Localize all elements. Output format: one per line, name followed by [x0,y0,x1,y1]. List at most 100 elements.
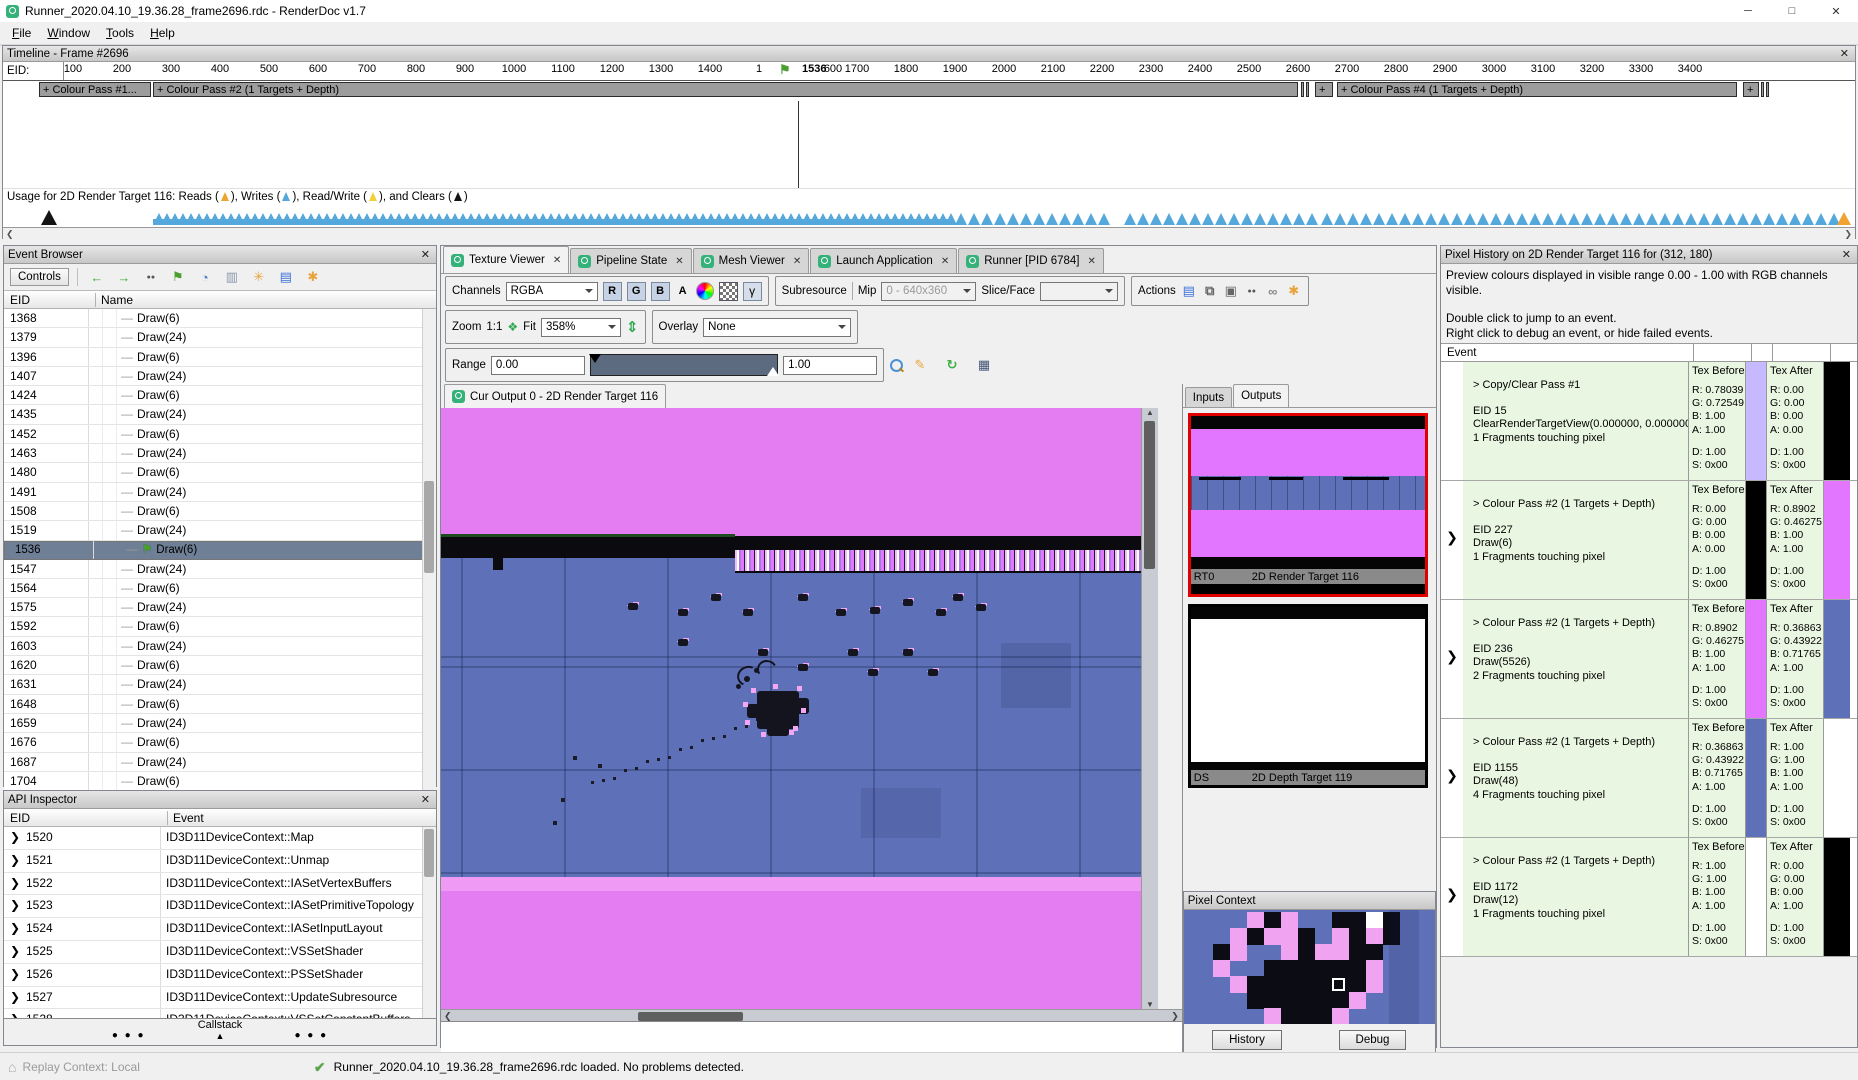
api-call-row[interactable]: ❯1524ID3D11DeviceContext::IASetInputLayo… [4,918,436,941]
expand-chevron-icon[interactable]: ❯ [4,941,26,963]
colour-pass-2-block[interactable]: + Colour Pass #2 (1 Targets + Depth) [153,82,1298,97]
tab-launch-application[interactable]: Launch Application✕ [810,248,957,273]
event-row[interactable]: 1519—Draw(24) [4,521,436,540]
tab-texture-viewer[interactable]: Texture Viewer✕ [443,246,569,273]
slice-face-select[interactable] [1040,282,1118,301]
event-row[interactable]: 1592—Draw(6) [4,617,436,636]
save-texture-icon[interactable]: ▤ [1181,283,1197,299]
background-checker-button[interactable] [719,282,738,301]
api-call-row[interactable]: ❯1521ID3D11DeviceContext::Unmap [4,850,436,873]
event-row[interactable]: 1379—Draw(24) [4,328,436,347]
api-call-row[interactable]: ❯1525ID3D11DeviceContext::VSSetShader [4,941,436,964]
pixel-history-row[interactable]: ❯> Colour Pass #2 (1 Targets + Depth)EID… [1441,600,1857,719]
flip-y-icon[interactable]: ⇕ [626,318,639,336]
zoom-1to1-button[interactable]: 1:1 [486,321,502,333]
texture-render-canvas[interactable] [441,408,1141,1009]
api-call-row[interactable]: ❯1523ID3D11DeviceContext::IASetPrimitive… [4,895,436,918]
event-row[interactable]: 1704—Draw(6) [4,772,436,790]
api-call-row[interactable]: ❯1522ID3D11DeviceContext::IASetVertexBuf… [4,873,436,896]
stats-icon[interactable]: ▥ [221,269,243,285]
event-row[interactable]: 1603—Draw(24) [4,637,436,656]
menu-window[interactable]: Window [39,24,98,42]
find-event-icon[interactable]: ●● [140,274,162,281]
texture-list-icon[interactable]: ▣ [1223,283,1239,299]
event-row[interactable]: 1659—Draw(24) [4,714,436,733]
event-row[interactable]: 1631—Draw(24) [4,675,436,694]
current-eid-label[interactable]: 1536 [802,63,826,75]
controls-button[interactable]: Controls [10,268,69,286]
api-call-row[interactable]: ❯1520ID3D11DeviceContext::Map [4,827,436,850]
red-channel-button[interactable]: R [603,282,622,301]
eid-column-header[interactable]: EID [4,293,95,307]
fit-button[interactable]: Fit [523,321,536,333]
tab-inputs[interactable]: Inputs [1185,387,1232,407]
menu-file[interactable]: File [4,24,39,42]
histogram-icon[interactable]: ▦ [973,357,995,373]
event-row[interactable]: 1564—Draw(6) [4,579,436,598]
canvas-hscrollbar[interactable]: ❮ ❯ [441,1009,1182,1021]
event-row[interactable]: 1452—Draw(6) [4,425,436,444]
tab-mesh-viewer[interactable]: Mesh Viewer✕ [693,248,810,273]
eid-column-header[interactable]: EID [4,811,167,825]
timeline-ruler[interactable]: EID: 10020030040050060070080090010001100… [3,62,1855,81]
api-list-scrollbar[interactable] [422,827,436,1021]
event-row[interactable]: 1620—Draw(6) [4,656,436,675]
colour-pass-4-block[interactable]: + Colour Pass #4 (1 Targets + Depth) [1337,82,1737,97]
pass-fragment-block[interactable]: + [1743,82,1759,97]
range-min-input[interactable]: 0.00 [491,356,585,375]
timeline-hscrollbar[interactable]: ❮ ❯ [3,228,1855,242]
api-call-row[interactable]: ❯1526ID3D11DeviceContext::PSSetShader [4,964,436,987]
overlay-select[interactable]: None [703,318,851,337]
scrollbar-thumb[interactable] [1144,421,1155,569]
tab-outputs[interactable]: Outputs [1233,384,1289,407]
api-call-row[interactable]: ❯1527ID3D11DeviceContext::UpdateSubresou… [4,987,436,1010]
history-button[interactable]: History [1212,1030,1282,1050]
event-row[interactable]: 1536—⚑Draw(6) [4,541,436,560]
locked-tab-icon[interactable]: ∞ [1265,284,1281,299]
callstack-section[interactable]: Callstack ● ● ● ▲ ● ● ● [4,1018,436,1045]
fit-icon[interactable]: ❖ [507,320,518,334]
pick-range-icon[interactable]: ✎ [909,357,931,373]
current-eid-flag-icon[interactable]: ⚑ [779,62,791,78]
expand-chevron-icon[interactable]: ❯ [4,850,26,872]
zoom-level-select[interactable]: 358% [541,318,621,337]
expand-chevron-icon[interactable]: ❯ [1441,719,1463,837]
expand-chevron-icon[interactable]: ❯ [1441,838,1463,956]
find-texture-icon[interactable]: ●● [1244,288,1260,295]
event-row[interactable]: 1648—Draw(6) [4,695,436,714]
scroll-right-icon[interactable]: ❯ [1171,1011,1179,1022]
name-column-header[interactable]: Name [95,293,436,307]
pixel-history-row[interactable]: ❯> Colour Pass #2 (1 Targets + Depth)EID… [1441,838,1857,957]
autofit-range-icon[interactable] [890,359,903,372]
scroll-up-icon[interactable]: ▲ [1142,408,1158,417]
mip-select[interactable]: 0 - 640x360 [881,282,976,301]
bookmark-icon[interactable]: ⚑ [167,269,189,285]
extensions-icon[interactable]: ✱ [302,269,324,285]
pixel-history-row[interactable]: ❯> Colour Pass #2 (1 Targets + Depth)EID… [1441,719,1857,838]
timer-icon[interactable]: ◔ [194,270,216,285]
colour-pass-1-block[interactable]: + Colour Pass #1... [39,82,151,97]
export-icon[interactable]: ▤ [275,269,297,285]
minimize-button[interactable]: ─ [1726,0,1770,22]
tab-pipeline-state[interactable]: Pipeline State✕ [570,248,691,273]
channels-select[interactable]: RGBA [506,282,598,301]
scroll-down-icon[interactable]: ▼ [1142,1000,1158,1009]
canvas-vscrollbar[interactable]: ▲ ▼ [1141,408,1158,1009]
range-max-input[interactable]: 1.00 [783,356,877,375]
close-icon[interactable]: ✕ [419,248,432,261]
expand-chevron-icon[interactable]: ❯ [1441,600,1463,718]
range-slider[interactable] [590,354,778,376]
event-row[interactable]: 1407—Draw(24) [4,367,436,386]
event-row[interactable]: 1435—Draw(24) [4,405,436,424]
extensions-icon[interactable]: ✱ [1286,283,1302,299]
scrollbar-thumb[interactable] [424,829,434,877]
close-icon[interactable]: ✕ [419,793,432,806]
pixel-history-row[interactable]: > Copy/Clear Pass #1EID 15ClearRenderTar… [1441,362,1857,481]
rt0-thumbnail[interactable]: RT0 2D Render Target 116 [1188,413,1428,597]
event-row[interactable]: 1676—Draw(6) [4,733,436,752]
prev-event-icon[interactable]: ← [86,270,108,285]
replay-context-icon[interactable]: ⌂ [8,1059,16,1075]
expand-chevron-icon[interactable]: ❯ [4,873,26,895]
event-column-header[interactable]: Event [167,811,436,825]
event-row[interactable]: 1547—Draw(24) [4,560,436,579]
